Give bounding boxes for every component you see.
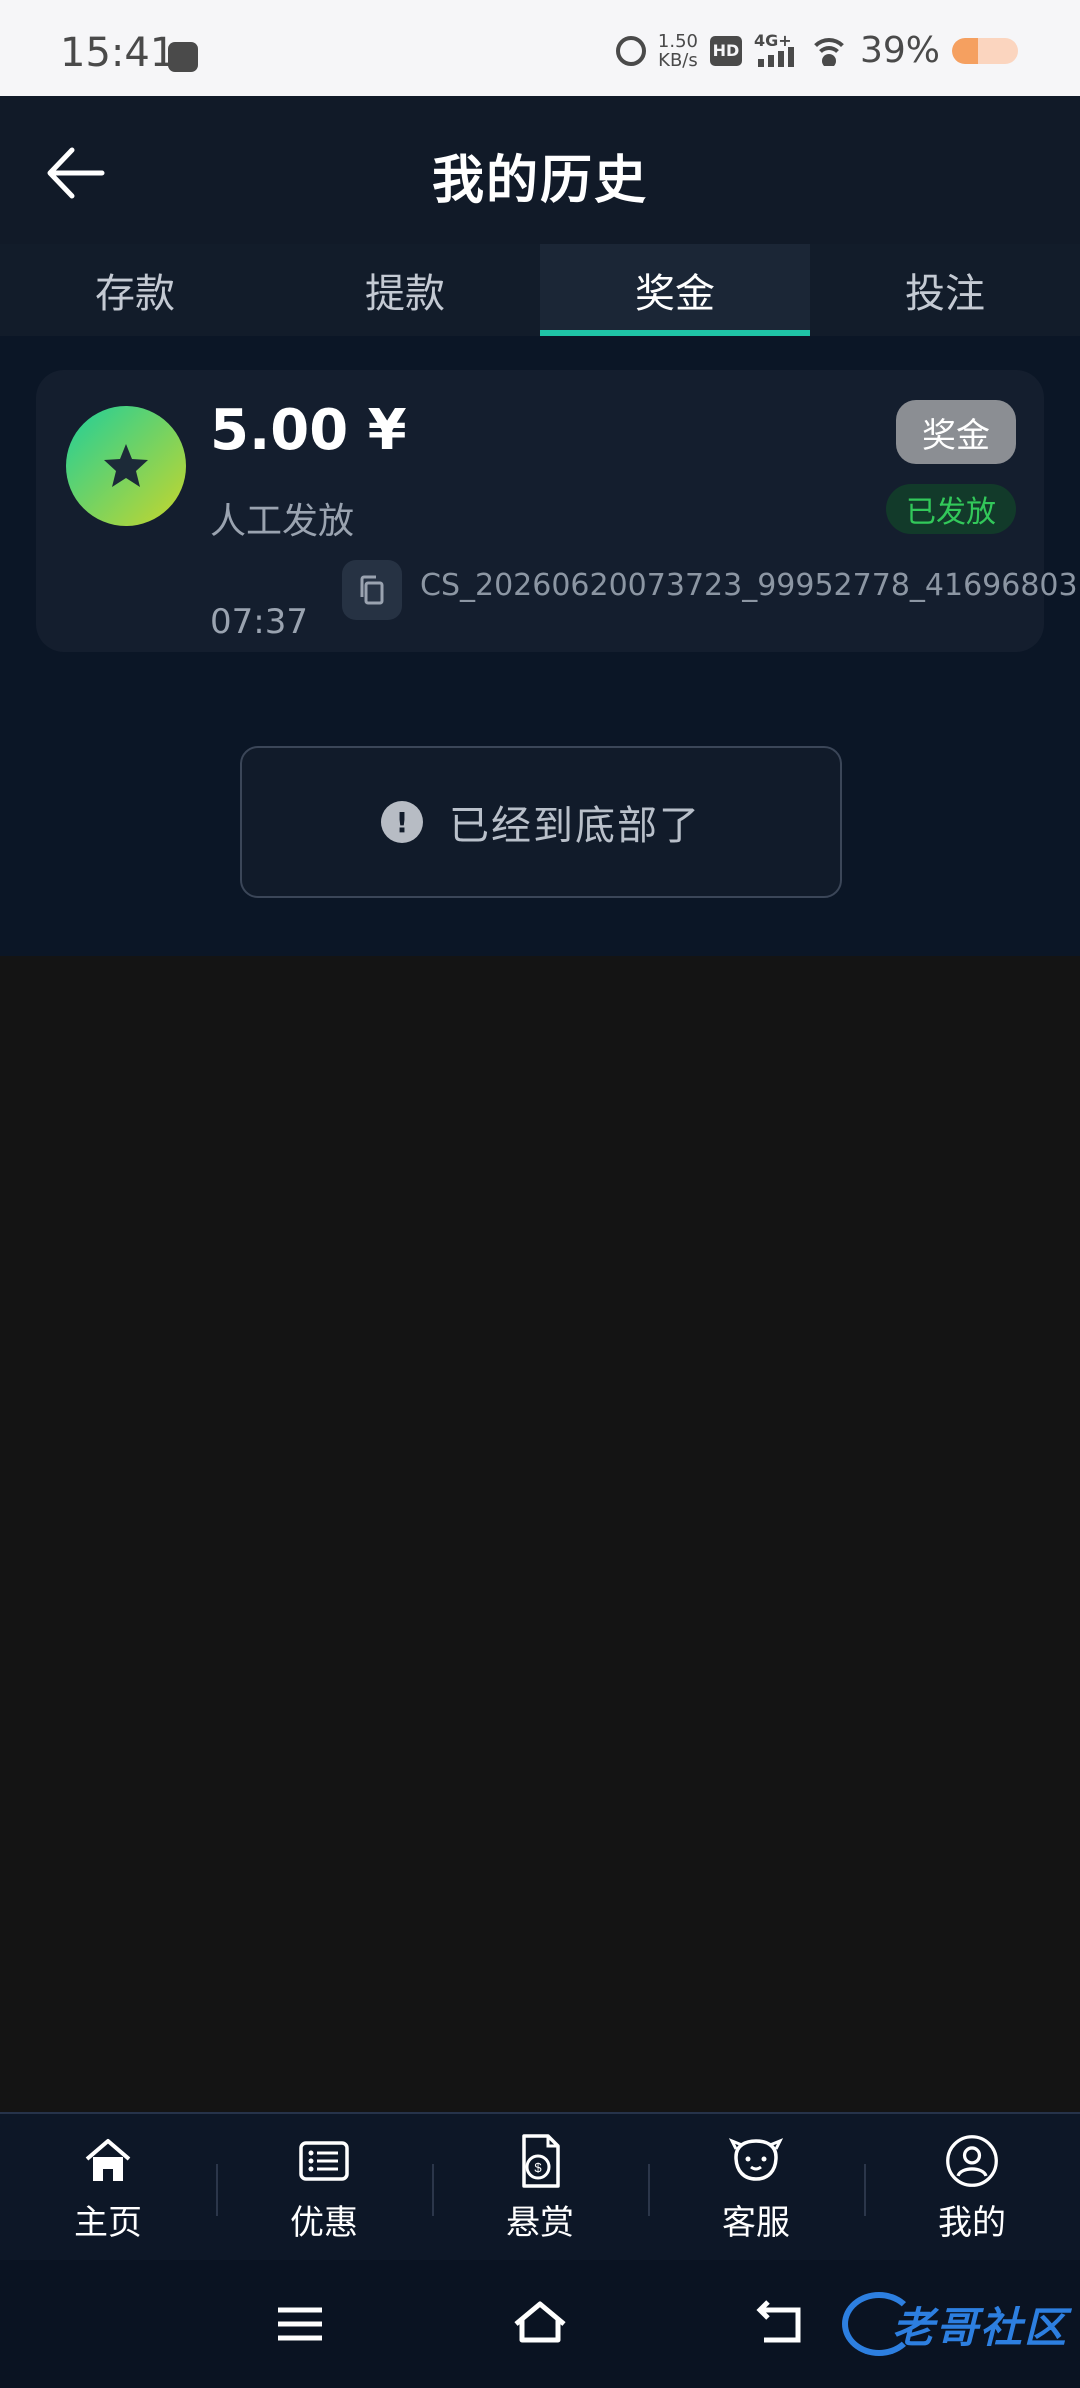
nav-item-profile[interactable]: 我的	[864, 2114, 1080, 2262]
tab-bets[interactable]: 投注	[810, 244, 1080, 336]
home-icon	[80, 2133, 136, 2189]
watermark-logo: 老哥社区	[841, 2292, 1068, 2356]
home-outline-icon	[514, 2301, 566, 2343]
copy-id-button[interactable]	[342, 560, 402, 620]
network-speed-value: 1.50	[657, 30, 698, 52]
record-description: 人工发放	[210, 501, 355, 542]
record-type-badge: 奖金	[896, 400, 1016, 464]
end-of-list-notice: ! 已经到底部了	[240, 746, 842, 898]
status-icons: 1.50 KB/s HD 4G+ 39%	[615, 30, 1018, 71]
battery-level	[952, 37, 978, 64]
app-header: 我的历史	[0, 96, 1080, 246]
tab-withdrawal[interactable]: 提款	[270, 244, 540, 336]
recent-apps-button[interactable]	[270, 2294, 330, 2354]
cellular-signal-icon: 4G+	[754, 31, 798, 67]
star-icon	[104, 444, 148, 487]
nav-item-customer-service[interactable]: 客服	[648, 2114, 864, 2262]
copy-icon	[360, 575, 384, 605]
reward-document-icon: $	[512, 2133, 568, 2189]
system-navigation-bar: 老哥社区	[0, 2260, 1080, 2388]
end-of-list-text: 已经到底部了	[449, 803, 701, 849]
exclamation-icon: !	[381, 801, 423, 843]
page-title: 我的历史	[431, 151, 648, 211]
system-home-button[interactable]	[510, 2294, 570, 2354]
return-arrow-icon	[756, 2300, 801, 2343]
system-back-button[interactable]	[750, 2294, 810, 2354]
nav-label-profile: 我的	[938, 2202, 1006, 2243]
alarm-icon	[615, 35, 646, 66]
nav-label-home: 主页	[74, 2202, 142, 2243]
promo-list-icon	[296, 2133, 352, 2189]
record-status-badge: 已发放	[886, 484, 1016, 534]
notification-bag-icon	[168, 42, 198, 72]
wifi-icon	[809, 36, 848, 66]
status-time: 15:41	[60, 30, 176, 76]
profile-icon	[944, 2133, 1000, 2189]
menu-icon	[278, 2307, 322, 2341]
bonus-record-card[interactable]: 5.00 ¥ 人工发放 奖金 已发放 07:37 CS_202606200737…	[36, 370, 1078, 652]
customer-service-icon	[728, 2133, 784, 2189]
svg-text:$: $	[534, 2160, 542, 2175]
history-tabs: 存款 提款 奖金 投注	[0, 244, 1080, 336]
nav-item-home[interactable]: 主页	[0, 2114, 216, 2262]
nav-label-promotions: 优惠	[290, 2202, 358, 2243]
nav-label-customer-service: 客服	[722, 2202, 790, 2243]
bonus-star-badge	[66, 406, 186, 526]
network-speed: 1.50 KB/s	[658, 32, 698, 70]
network-speed-unit: KB/s	[658, 49, 698, 71]
battery-icon	[952, 37, 1018, 64]
record-amount: 5.00 ¥	[210, 398, 407, 463]
battery-percent: 39%	[859, 30, 940, 71]
tab-bonus[interactable]: 奖金	[540, 244, 810, 336]
tab-deposit[interactable]: 存款	[0, 244, 270, 336]
network-type: 4G+	[753, 30, 792, 50]
nav-label-rewards: 悬赏	[506, 2202, 574, 2243]
transaction-id: CS_20260620073723_99952778_41696803	[420, 568, 1078, 603]
history-list: 5.00 ¥ 人工发放 奖金 已发放 07:37 CS_202606200737…	[0, 336, 1080, 956]
nav-item-rewards[interactable]: $ 悬赏	[432, 2114, 648, 2262]
nav-item-promotions[interactable]: 优惠	[216, 2114, 432, 2262]
bottom-navigation: 主页 优惠 $ 悬赏 客服 我的	[0, 2112, 1080, 2262]
watermark-text: 老哥社区	[891, 2302, 1068, 2352]
hd-icon: HD	[709, 35, 742, 66]
status-bar: 15:41 1.50 KB/s HD 4G+ 39%	[0, 0, 1080, 96]
record-time: 07:37	[210, 602, 308, 642]
